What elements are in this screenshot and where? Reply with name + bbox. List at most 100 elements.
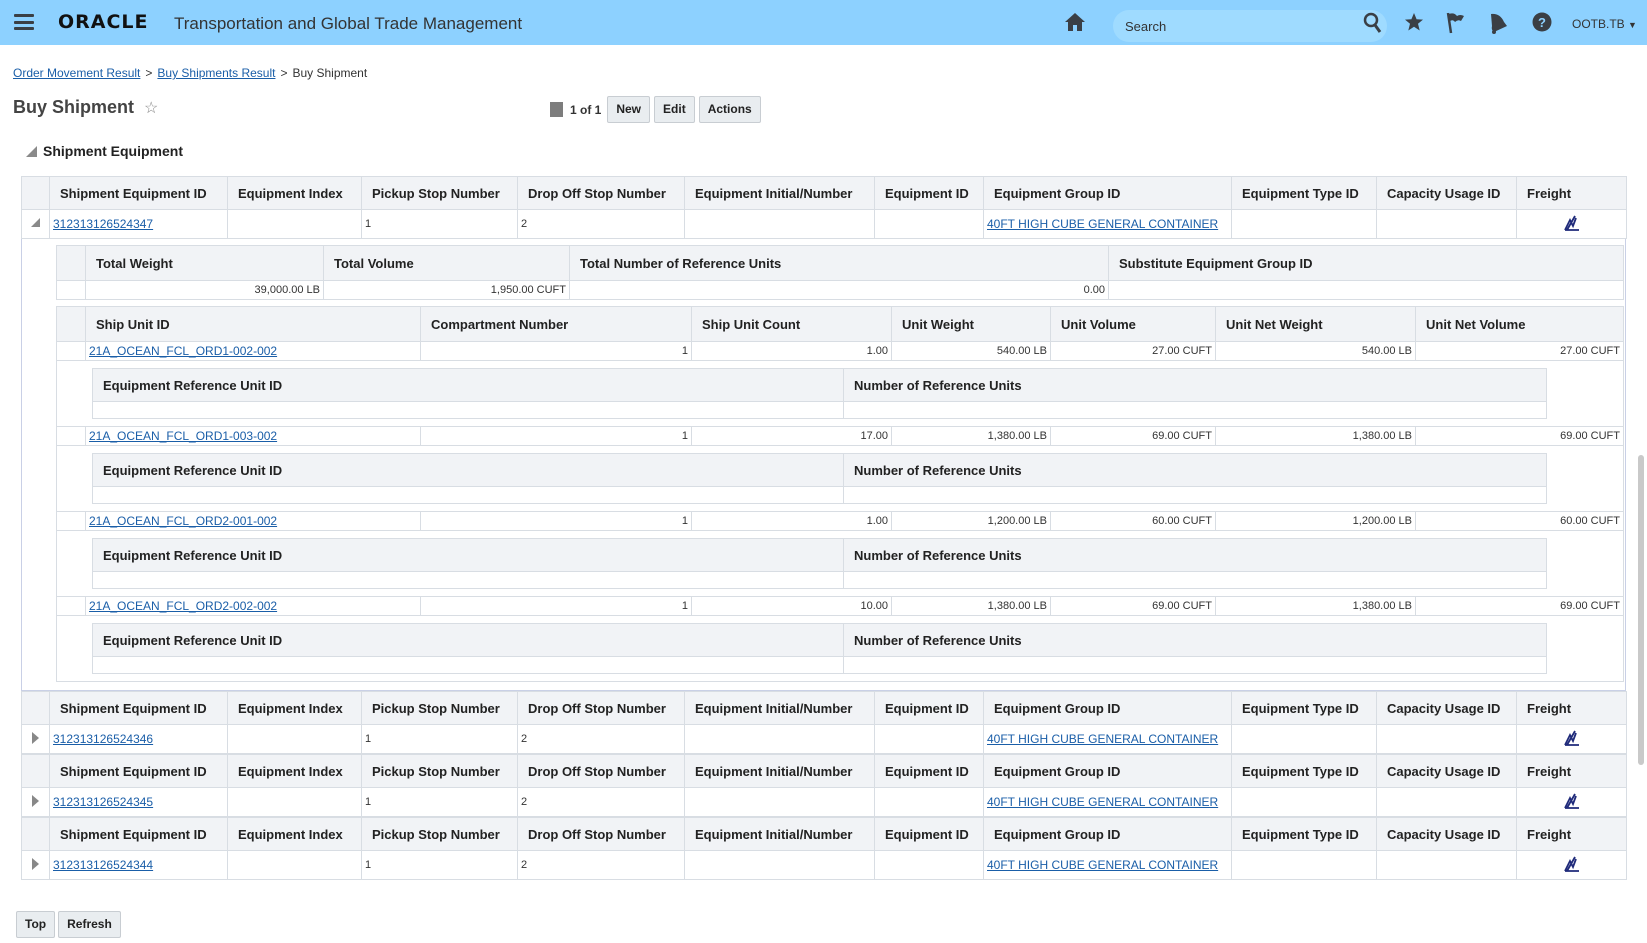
record-list-icon[interactable]: [550, 102, 563, 117]
column-header[interactable]: Pickup Stop Number: [361, 691, 518, 725]
column-header[interactable]: Number of Reference Units: [843, 623, 1547, 657]
column-header[interactable]: Equipment ID: [874, 817, 984, 851]
column-header[interactable]: Unit Net Volume: [1415, 306, 1624, 342]
column-header[interactable]: Number of Reference Units: [843, 453, 1547, 487]
column-header[interactable]: Equipment Type ID: [1231, 691, 1377, 725]
ship-unit-id-link[interactable]: 21A_OCEAN_FCL_ORD1-002-002: [89, 344, 277, 358]
column-header[interactable]: Shipment Equipment ID: [49, 817, 228, 851]
column-header[interactable]: Shipment Equipment ID: [49, 754, 228, 788]
column-header[interactable]: Unit Weight: [891, 306, 1051, 342]
column-header[interactable]: Equipment ID: [874, 691, 984, 725]
column-header[interactable]: Equipment Group ID: [983, 817, 1232, 851]
favorite-star-icon[interactable]: ☆: [144, 98, 158, 118]
column-header[interactable]: Equipment Group ID: [983, 754, 1232, 788]
column-header[interactable]: Equipment Index: [227, 691, 362, 725]
column-header[interactable]: Pickup Stop Number: [361, 817, 518, 851]
column-header[interactable]: Equipment Reference Unit ID: [92, 453, 844, 487]
column-header[interactable]: Freight: [1516, 176, 1627, 210]
column-header[interactable]: Equipment Index: [227, 817, 362, 851]
column-header[interactable]: Capacity Usage ID: [1376, 691, 1517, 725]
expand-triangle-icon[interactable]: [32, 857, 39, 870]
column-header[interactable]: Equipment Group ID: [983, 176, 1232, 210]
search-icon[interactable]: [1363, 12, 1383, 34]
column-header[interactable]: Equipment ID: [874, 176, 984, 210]
collapse-row-toggle[interactable]: [21, 209, 50, 239]
breadcrumb-buy-shipments-result[interactable]: Buy Shipments Result: [157, 66, 275, 80]
freight-icon[interactable]: [1563, 793, 1581, 809]
collapse-triangle-icon[interactable]: [26, 145, 37, 157]
actions-button[interactable]: Actions: [698, 96, 761, 123]
column-header[interactable]: Total Volume: [323, 245, 570, 281]
column-header[interactable]: Shipment Equipment ID: [49, 691, 228, 725]
equipment-group-link[interactable]: 40FT HIGH CUBE GENERAL CONTAINER: [987, 217, 1218, 231]
equipment-group-link[interactable]: 40FT HIGH CUBE GENERAL CONTAINER: [987, 732, 1218, 746]
expand-triangle-icon[interactable]: [32, 731, 39, 744]
column-header[interactable]: Shipment Equipment ID: [49, 176, 228, 210]
column-header[interactable]: Equipment Index: [227, 754, 362, 788]
equipment-group-link[interactable]: 40FT HIGH CUBE GENERAL CONTAINER: [987, 795, 1218, 809]
column-header[interactable]: Equipment Initial/Number: [684, 754, 875, 788]
column-header[interactable]: Equipment Initial/Number: [684, 817, 875, 851]
column-header[interactable]: Ship Unit Count: [691, 306, 892, 342]
shipment-equipment-id-link[interactable]: 312313126524344: [53, 858, 153, 872]
notifications-bell-icon[interactable]: [1488, 12, 1508, 34]
column-header[interactable]: Equipment Index: [227, 176, 362, 210]
column-header[interactable]: Capacity Usage ID: [1376, 176, 1517, 210]
section-shipment-equipment[interactable]: Shipment Equipment: [26, 143, 183, 159]
favorites-star-icon[interactable]: [1404, 12, 1424, 32]
freight-icon[interactable]: [1563, 856, 1581, 872]
help-icon[interactable]: ?: [1532, 12, 1552, 32]
column-header[interactable]: Drop Off Stop Number: [517, 176, 685, 210]
user-menu[interactable]: OOTB.TB ▼: [1572, 17, 1637, 31]
column-header[interactable]: Capacity Usage ID: [1376, 817, 1517, 851]
expand-triangle-icon[interactable]: [32, 794, 39, 807]
column-header[interactable]: Equipment Reference Unit ID: [92, 538, 844, 572]
ship-unit-id-link[interactable]: 21A_OCEAN_FCL_ORD1-003-002: [89, 429, 277, 443]
column-header[interactable]: Equipment Type ID: [1231, 817, 1377, 851]
shipment-equipment-id-link[interactable]: 312313126524346: [53, 732, 153, 746]
column-header[interactable]: Equipment Type ID: [1231, 754, 1377, 788]
edit-button[interactable]: Edit: [654, 96, 695, 123]
ship-unit-id-link[interactable]: 21A_OCEAN_FCL_ORD2-002-002: [89, 599, 277, 613]
equipment-group-link[interactable]: 40FT HIGH CUBE GENERAL CONTAINER: [987, 858, 1218, 872]
column-header[interactable]: Equipment Reference Unit ID: [92, 368, 844, 402]
top-button[interactable]: Top: [16, 911, 56, 938]
expand-row-toggle[interactable]: [21, 850, 50, 880]
column-header[interactable]: Equipment ID: [874, 754, 984, 788]
column-header[interactable]: Drop Off Stop Number: [517, 691, 685, 725]
column-header[interactable]: Number of Reference Units: [843, 538, 1547, 572]
column-header[interactable]: Total Number of Reference Units: [569, 245, 1109, 281]
flag-icon[interactable]: [1446, 12, 1466, 34]
column-header[interactable]: Equipment Group ID: [983, 691, 1232, 725]
search-input[interactable]: Search: [1113, 10, 1387, 42]
column-header[interactable]: Total Weight: [85, 245, 324, 281]
column-header[interactable]: Capacity Usage ID: [1376, 754, 1517, 788]
column-header[interactable]: Freight: [1516, 817, 1627, 851]
column-header[interactable]: Number of Reference Units: [843, 368, 1547, 402]
freight-icon[interactable]: [1563, 730, 1581, 746]
column-header[interactable]: Pickup Stop Number: [361, 176, 518, 210]
column-header[interactable]: Ship Unit ID: [85, 306, 421, 342]
column-header[interactable]: Freight: [1516, 691, 1627, 725]
expand-row-toggle[interactable]: [21, 724, 50, 754]
shipment-equipment-id-link[interactable]: 312313126524347: [53, 217, 153, 231]
column-header[interactable]: Unit Net Weight: [1215, 306, 1416, 342]
column-header[interactable]: Substitute Equipment Group ID: [1108, 245, 1624, 281]
menu-icon[interactable]: [14, 14, 34, 30]
column-header[interactable]: Equipment Initial/Number: [684, 176, 875, 210]
column-header[interactable]: Equipment Initial/Number: [684, 691, 875, 725]
new-button[interactable]: New: [607, 96, 651, 123]
refresh-button[interactable]: Refresh: [58, 911, 121, 938]
column-header[interactable]: Drop Off Stop Number: [517, 817, 685, 851]
shipment-equipment-id-link[interactable]: 312313126524345: [53, 795, 153, 809]
ship-unit-id-link[interactable]: 21A_OCEAN_FCL_ORD2-001-002: [89, 514, 277, 528]
column-header[interactable]: Drop Off Stop Number: [517, 754, 685, 788]
freight-icon[interactable]: [1563, 215, 1581, 231]
column-header[interactable]: Freight: [1516, 754, 1627, 788]
expand-row-toggle[interactable]: [21, 787, 50, 817]
vertical-scrollbar[interactable]: [1638, 455, 1644, 765]
column-header[interactable]: Equipment Reference Unit ID: [92, 623, 844, 657]
column-header[interactable]: Pickup Stop Number: [361, 754, 518, 788]
column-header[interactable]: Unit Volume: [1050, 306, 1216, 342]
home-icon[interactable]: [1064, 12, 1086, 32]
